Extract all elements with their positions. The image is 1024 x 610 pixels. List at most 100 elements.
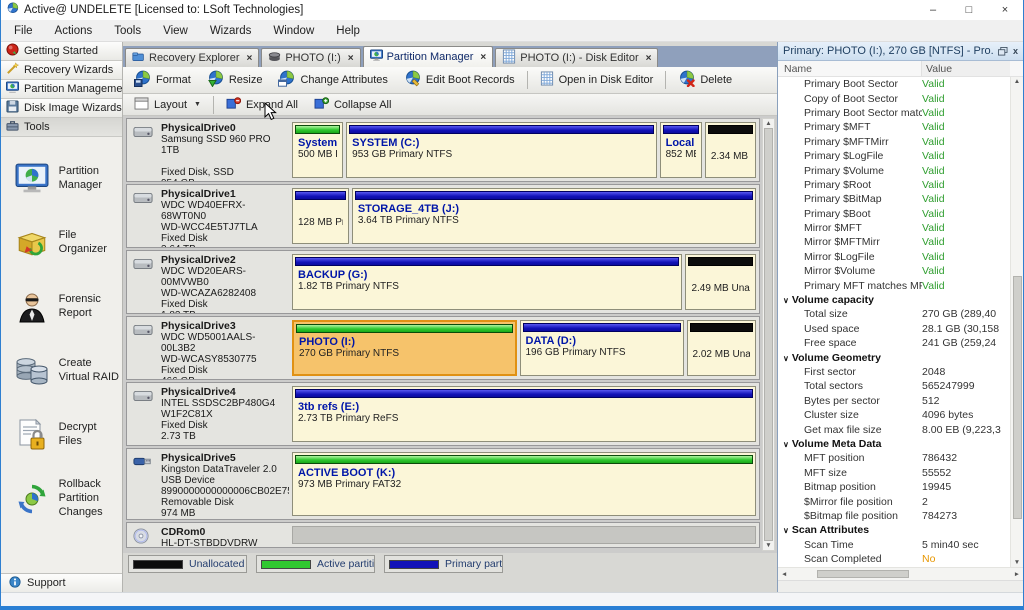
column-value[interactable]: Value bbox=[922, 61, 1010, 76]
drive-row-physicaldrive1[interactable]: PhysicalDrive1WDC WD40EFRX-68WT0N0WD-WCC… bbox=[126, 184, 760, 248]
scrollbar-thumb[interactable] bbox=[817, 570, 909, 578]
property-row-mirror-file-position: $Mirror file position2 bbox=[778, 494, 1010, 508]
drive-list-scrollbar[interactable]: ▲ ▼ bbox=[762, 118, 775, 551]
scroll-down-icon[interactable]: ▼ bbox=[1014, 559, 1020, 566]
properties-column-header: Name Value bbox=[778, 61, 1023, 77]
partition-system-r[interactable]: System R500 MB Pri bbox=[292, 122, 343, 178]
menu-actions[interactable]: Actions bbox=[44, 20, 104, 41]
drive-row-cdrom0[interactable]: CDRom0HL-DT-STBDDVDRW CH12LS28 bbox=[126, 522, 760, 548]
scrollbar-thumb[interactable] bbox=[764, 128, 773, 541]
property-row-primary-boot-sector-matches-a-copy: Primary Boot Sector matches a CopyValid bbox=[778, 106, 1010, 120]
sidebar-item-create-virtual-raid[interactable]: Create Virtual RAID bbox=[1, 339, 122, 403]
property-group-scan-attributes[interactable]: ∨Scan Attributes bbox=[778, 523, 1010, 537]
float-panel-icon[interactable] bbox=[998, 47, 1008, 56]
tab-recovery-explorer[interactable]: Recovery Explorer× bbox=[125, 48, 259, 67]
support-label: Support bbox=[27, 577, 66, 589]
partition-backup-g[interactable]: BACKUP (G:)1.82 TB Primary NTFS bbox=[292, 254, 682, 310]
close-button[interactable]: × bbox=[987, 0, 1023, 20]
sidebar-item-partition-manager[interactable]: Partition Manager bbox=[1, 147, 122, 211]
tab-partition-manager[interactable]: Partition Manager× bbox=[363, 46, 494, 67]
partition-storage-4tb-j[interactable]: STORAGE_4TB (J:)3.64 TB Primary NTFS bbox=[352, 188, 756, 244]
minimize-button[interactable]: – bbox=[915, 0, 951, 20]
partition-photo-i[interactable]: PHOTO (I:)270 GB Primary NTFS bbox=[292, 320, 517, 376]
drive-info: PhysicalDrive2WDC WD20EARS-00MVWB0WD-WCA… bbox=[127, 251, 289, 313]
menu-wizards[interactable]: Wizards bbox=[199, 20, 263, 41]
properties-horizontal-scrollbar[interactable]: ◄ ► bbox=[778, 567, 1023, 580]
maximize-button[interactable]: □ bbox=[951, 0, 987, 20]
property-group-volume-capacity[interactable]: ∨Volume capacity bbox=[778, 293, 1010, 307]
close-tab-icon[interactable]: × bbox=[646, 53, 652, 64]
drive-info: CDRom0HL-DT-STBDDVDRW CH12LS28 bbox=[127, 523, 289, 547]
delete-button[interactable]: Delete bbox=[671, 68, 739, 92]
properties-panel: Primary: PHOTO (I:), 270 GB [NTFS] - Pro… bbox=[777, 42, 1023, 592]
scrollbar-thumb[interactable] bbox=[1013, 276, 1022, 519]
toolbar-separator bbox=[213, 96, 214, 114]
partition-system-c[interactable]: SYSTEM (C:)953 GB Primary NTFS bbox=[346, 122, 656, 178]
close-tab-icon[interactable]: × bbox=[246, 53, 252, 64]
sidebar-item-decrypt-files[interactable]: Decrypt Files bbox=[1, 403, 122, 467]
scroll-left-icon[interactable]: ◄ bbox=[781, 571, 787, 578]
close-panel-icon[interactable]: x bbox=[1013, 46, 1018, 56]
scroll-right-icon[interactable]: ► bbox=[1014, 571, 1020, 578]
menu-window[interactable]: Window bbox=[262, 20, 325, 41]
column-name[interactable]: Name bbox=[778, 61, 922, 76]
partition-size-label: 196 GB Primary NTFS bbox=[526, 347, 678, 358]
expand-all-button[interactable]: Expand All bbox=[219, 95, 305, 115]
property-name: Primary $MFT bbox=[778, 121, 922, 133]
sidebar-category-partition-management[interactable]: Partition Management bbox=[1, 80, 122, 99]
sidebar-item-support[interactable]: Support bbox=[1, 573, 122, 592]
sidebar-category-disk-image-wizards[interactable]: Disk Image Wizards bbox=[1, 99, 122, 118]
partition-data-d[interactable]: DATA (D:)196 GB Primary NTFS bbox=[520, 320, 684, 376]
collapse-all-button[interactable]: Collapse All bbox=[307, 95, 398, 115]
property-value: 4096 bytes bbox=[922, 409, 1010, 421]
sidebar-category-getting-started[interactable]: Getting Started bbox=[1, 42, 122, 61]
scroll-up-icon[interactable]: ▲ bbox=[765, 120, 771, 127]
tab-photo-i[interactable]: PHOTO (I:)× bbox=[261, 48, 360, 67]
change-attributes-button[interactable]: Change Attributes bbox=[271, 68, 394, 92]
partition-toolbar: FormatResizeChange AttributesEdit Boot R… bbox=[123, 67, 777, 94]
property-group-volume-meta-data[interactable]: ∨Volume Meta Data bbox=[778, 437, 1010, 451]
sidebar-category-recovery-wizards[interactable]: Recovery Wizards bbox=[1, 61, 122, 80]
menu-tools[interactable]: Tools bbox=[103, 20, 152, 41]
drive-row-physicaldrive0[interactable]: PhysicalDrive0Samsung SSD 960 PRO 1TB Fi… bbox=[126, 118, 760, 182]
partition-unallocated[interactable]: 128 MB Primar bbox=[292, 188, 349, 244]
sidebar-item-rollback-partition-changes[interactable]: Rollback Partition Changes bbox=[1, 467, 122, 531]
sidebar-category-tools[interactable]: Tools bbox=[1, 118, 122, 137]
layout-button[interactable]: Layout ▼ bbox=[127, 95, 208, 115]
format-button[interactable]: Format bbox=[127, 68, 198, 92]
partition-3tb-refs-e[interactable]: 3tb refs (E:)2.73 TB Primary ReFS bbox=[292, 386, 756, 442]
menu-help[interactable]: Help bbox=[325, 20, 371, 41]
property-group-volume-geometry[interactable]: ∨Volume Geometry bbox=[778, 350, 1010, 364]
close-tab-icon[interactable]: × bbox=[348, 53, 354, 64]
drive-row-physicaldrive4[interactable]: PhysicalDrive4INTEL SSDSC2BP480G4W1F2C81… bbox=[126, 382, 760, 446]
open-in-disk-editor-button[interactable]: Open in Disk Editor bbox=[533, 69, 661, 91]
scroll-down-icon[interactable]: ▼ bbox=[765, 542, 771, 549]
property-value: Valid bbox=[922, 93, 1010, 105]
partition-local-disk[interactable]: Local Disk852 MB Pri bbox=[660, 122, 702, 178]
drive-detail-line: 8990000000000006CB02E75 bbox=[161, 486, 285, 497]
partition-unallocated[interactable]: 2.49 MB Unallo bbox=[685, 254, 756, 310]
property-row-primary-boot-sector: Primary Boot SectorValid bbox=[778, 77, 1010, 91]
drive-row-physicaldrive2[interactable]: PhysicalDrive2WDC WD20EARS-00MVWB0WD-WCA… bbox=[126, 250, 760, 314]
green-partition-bar bbox=[296, 324, 513, 333]
edit-boot-records-button[interactable]: Edit Boot Records bbox=[397, 68, 522, 92]
close-tab-icon[interactable]: × bbox=[480, 52, 486, 63]
window-controls: – □ × bbox=[915, 0, 1023, 20]
drive-row-physicaldrive3[interactable]: PhysicalDrive3WDC WD5001AALS-00L3B2WD-WC… bbox=[126, 316, 760, 380]
tab-photo-i-disk-editor[interactable]: PHOTO (I:) - Disk Editor× bbox=[495, 48, 658, 67]
partition-info: 128 MB Primar bbox=[293, 201, 348, 243]
drive-row-physicaldrive5[interactable]: PhysicalDrive5Kingston DataTraveler 2.0 … bbox=[126, 448, 760, 520]
menu-view[interactable]: View bbox=[152, 20, 199, 41]
partition-active-boot-k[interactable]: ACTIVE BOOT (K:)973 MB Primary FAT32 bbox=[292, 452, 756, 516]
property-name: First sector bbox=[778, 366, 922, 378]
properties-vertical-scrollbar[interactable]: ▲ ▼ bbox=[1010, 77, 1023, 567]
drive-detail-line: WD-WCASY8530775 bbox=[161, 354, 285, 365]
partition-unallocated[interactable]: 2.34 MB Ur bbox=[705, 122, 756, 178]
partition-unallocated[interactable]: 2.02 MB Unallo bbox=[687, 320, 757, 376]
partition-name: ACTIVE BOOT (K:) bbox=[298, 467, 750, 479]
menu-file[interactable]: File bbox=[3, 20, 44, 41]
sidebar-item-forensic-report[interactable]: Forensic Report bbox=[1, 275, 122, 339]
resize-button[interactable]: Resize bbox=[200, 68, 270, 92]
sidebar-item-file-organizer[interactable]: File Organizer bbox=[1, 211, 122, 275]
scroll-up-icon[interactable]: ▲ bbox=[1014, 78, 1020, 85]
